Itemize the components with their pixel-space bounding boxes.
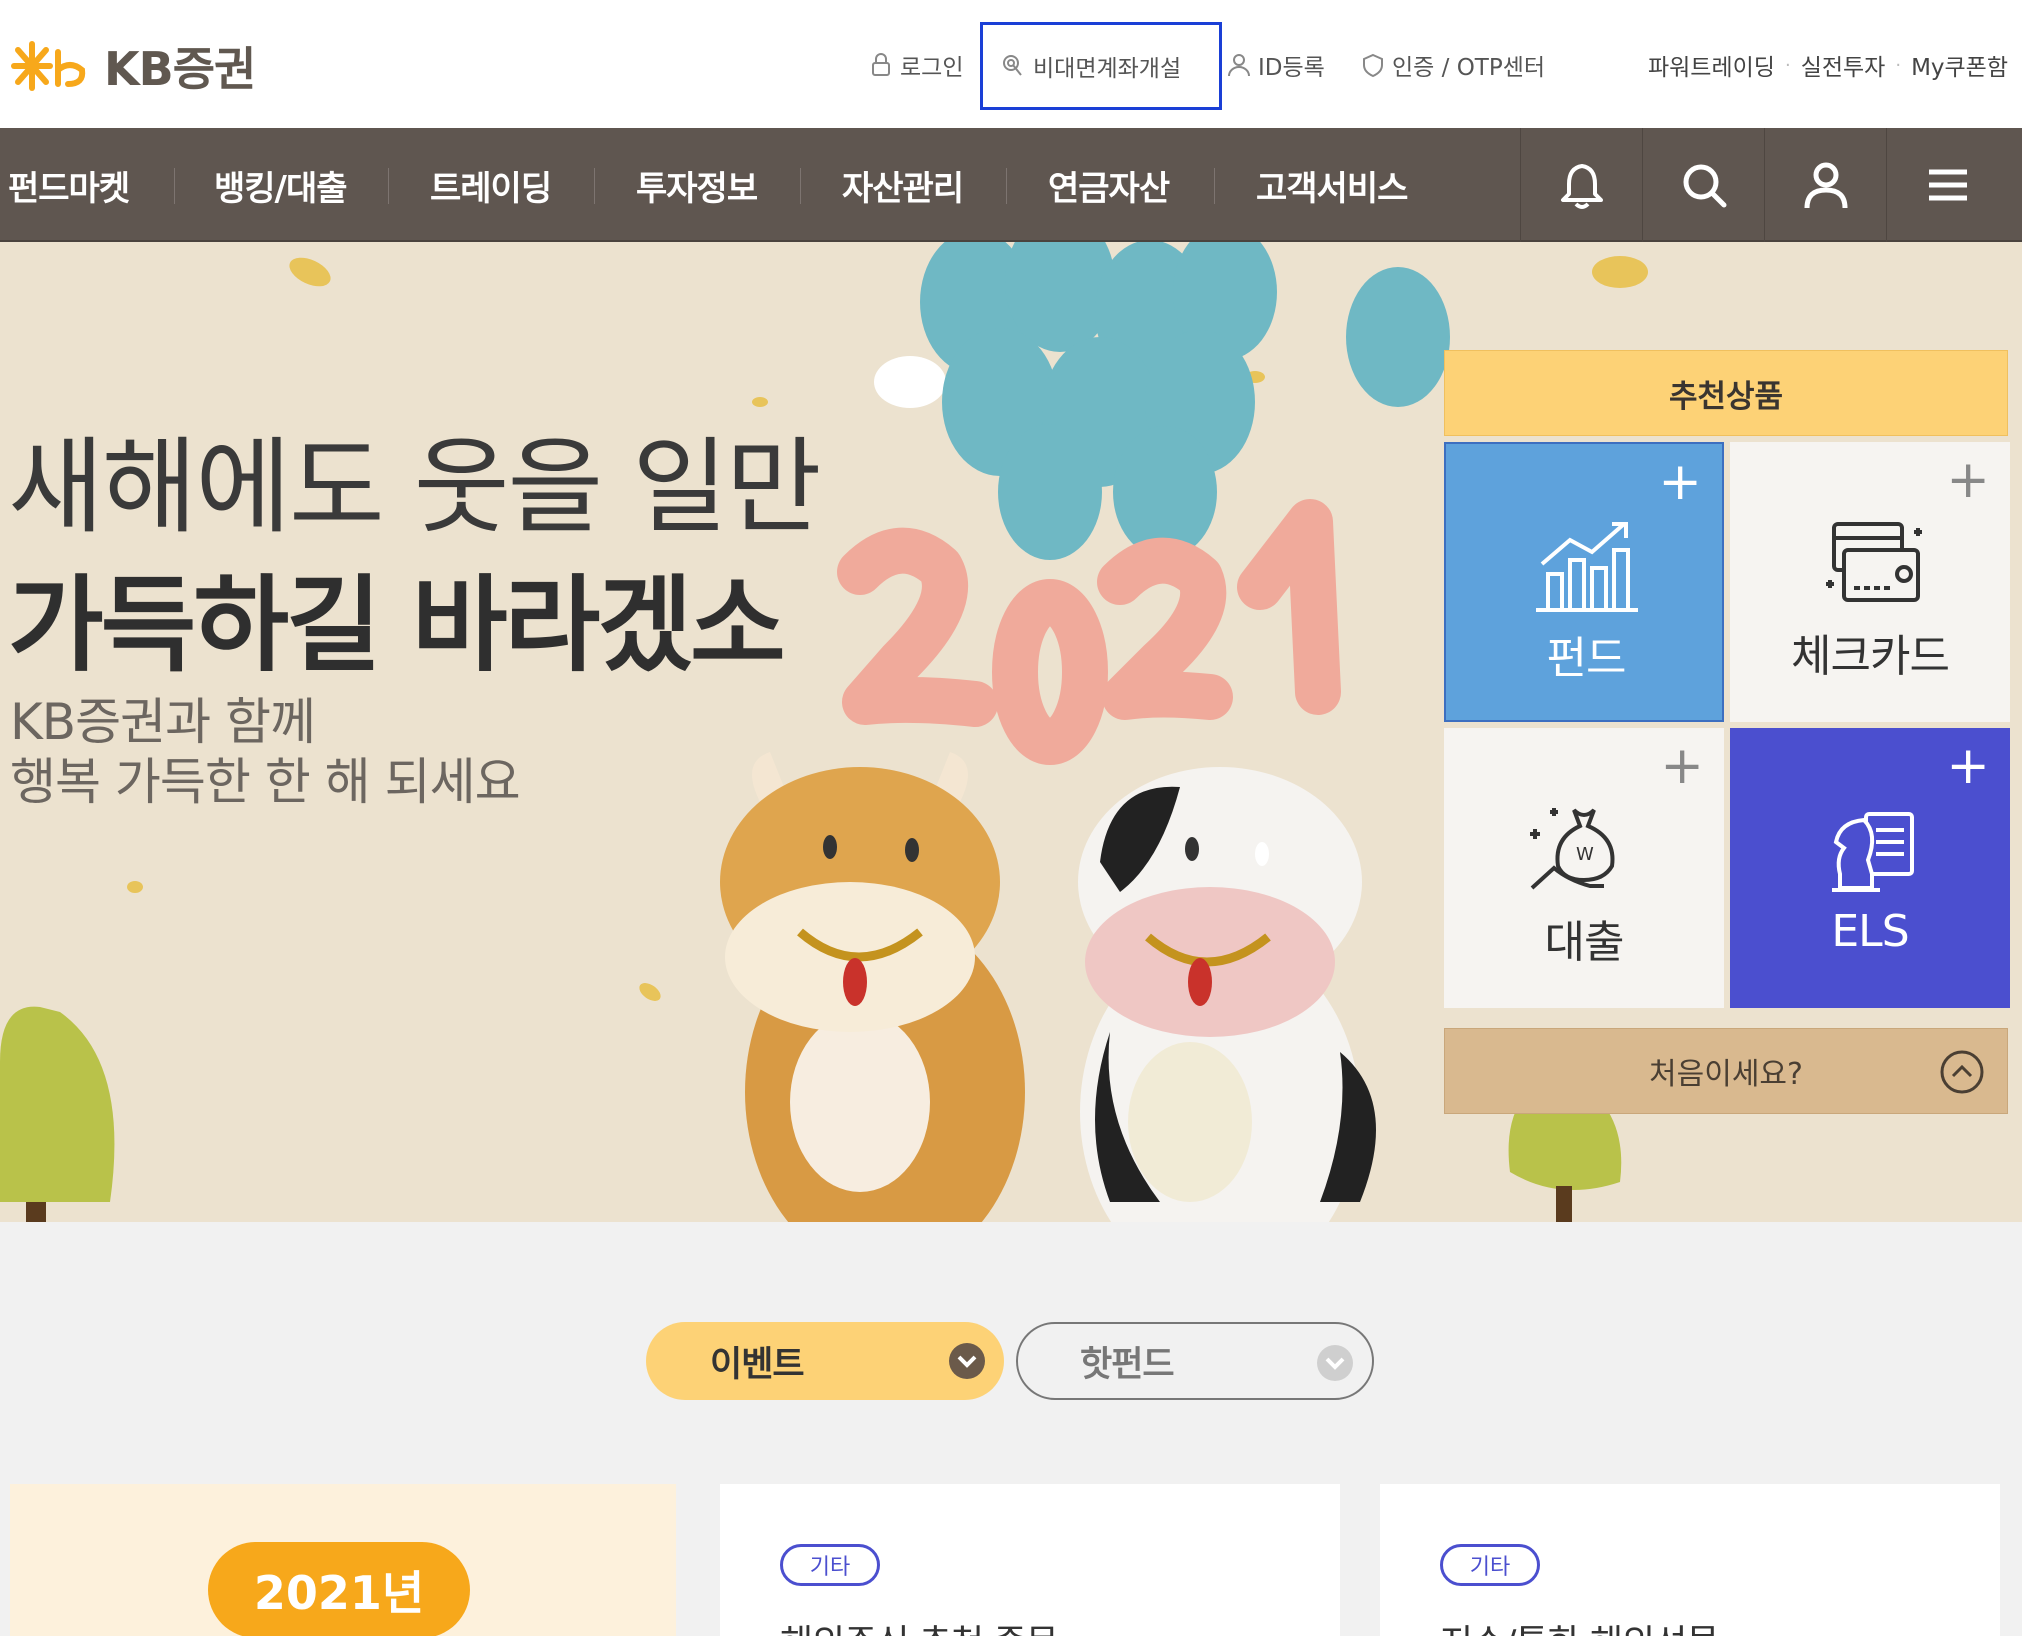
id-register-link[interactable]: ID등록	[1226, 40, 1325, 90]
tab-label: 핫펀드	[1080, 1344, 1175, 1385]
event-card[interactable]: 기타 지수/통화 해외선물	[1380, 1484, 2000, 1636]
tab-label: 이벤트	[710, 1344, 805, 1385]
open-account-label: 비대면계좌개설	[1033, 56, 1182, 82]
bell-button[interactable]	[1520, 128, 1642, 242]
nav-item-pension[interactable]: 연금자산	[1048, 128, 1170, 242]
tile-label: ELS	[1831, 906, 1909, 957]
banner-subtitle-line2: 행복 가득한 한 해 되세요	[10, 753, 521, 811]
nav-item-invest-info[interactable]: 투자정보	[636, 128, 758, 242]
event-card[interactable]: 2021년	[10, 1484, 676, 1636]
user-icon	[1804, 162, 1847, 209]
banner-headline-line2: 가득하길 바라겠소	[8, 564, 786, 686]
plus-icon: +	[1946, 736, 1990, 796]
lock-icon	[872, 53, 890, 76]
search-icon	[1683, 164, 1726, 208]
card-title: 지수/통화 해외선물	[1440, 1614, 1720, 1636]
kb-logo[interactable]: KB증권	[10, 36, 256, 96]
category-badge: 기타	[780, 1544, 880, 1586]
tab-event[interactable]: 이벤트	[646, 1322, 1004, 1400]
menu-button[interactable]	[1886, 128, 2008, 242]
nav-separator	[1006, 168, 1007, 204]
nav-item-banking[interactable]: 뱅킹/대출	[214, 128, 348, 242]
shield-icon	[1363, 53, 1383, 78]
login-link[interactable]: 로그인	[868, 40, 963, 90]
nav-item-asset-mgmt[interactable]: 자산관리	[842, 128, 964, 242]
nav-separator	[388, 168, 389, 204]
utility-header: KB증권 로그인 비대면계좌개설 ID등록 인증 / OTP센터 파워트레이딩 …	[0, 0, 2022, 128]
chess-knight-icon	[1832, 812, 1914, 892]
plus-icon: +	[1946, 450, 1990, 510]
nav-item-trading[interactable]: 트레이딩	[430, 128, 552, 242]
recommend-title: 추천상품	[1444, 350, 2008, 436]
open-account-link[interactable]: 비대면계좌개설	[980, 22, 1222, 110]
touch-icon	[1003, 55, 1022, 76]
nav-separator	[800, 168, 801, 204]
nav-item-fund-market[interactable]: 펀드마켓	[8, 128, 130, 242]
brand-name: KB증권	[104, 42, 256, 96]
tile-fund[interactable]: + 펀드	[1444, 442, 1724, 722]
tile-loan[interactable]: + W 대출	[1444, 728, 1724, 1008]
tile-label: 대출	[1544, 917, 1625, 968]
kb-star-icon	[11, 41, 86, 91]
tile-label: 펀드	[1546, 633, 1627, 684]
fund-chart-icon	[1536, 522, 1638, 612]
event-card[interactable]: 기타 해외주식 추천 종목	[720, 1484, 1340, 1636]
nav-separator	[1214, 168, 1215, 204]
category-badge: 기타	[1440, 1544, 1540, 1586]
banner-headline-line1: 새해에도 웃을 일만	[8, 426, 822, 548]
id-register-label: ID등록	[1258, 55, 1325, 81]
power-trading-link[interactable]: 파워트레이딩	[1648, 48, 1775, 82]
nav-separator	[594, 168, 595, 204]
chevron-down-icon	[1317, 1345, 1353, 1381]
main-nav: 펀드마켓 뱅킹/대출 트레이딩 투자정보 자산관리 연금자산 고객서비스	[0, 128, 2022, 242]
search-button[interactable]	[1642, 128, 1764, 242]
separator-dot: ·	[1895, 54, 1902, 76]
chevron-down-icon	[949, 1343, 985, 1379]
tile-label: 체크카드	[1791, 631, 1950, 682]
money-bag-icon: W	[1530, 808, 1615, 890]
credit-card-icon	[1826, 522, 1922, 602]
card-title: 해외주식 추천 종목	[780, 1614, 1059, 1636]
nav-item-customer-service[interactable]: 고객서비스	[1256, 128, 1408, 242]
login-label: 로그인	[900, 55, 964, 81]
tile-check-card[interactable]: + 체크카드	[1730, 442, 2010, 722]
bell-icon	[1560, 164, 1603, 209]
svg-text:W: W	[1576, 844, 1594, 865]
paper-trading-link[interactable]: 실전투자	[1801, 48, 1886, 82]
first-time-button[interactable]: 처음이세요?	[1444, 1028, 2008, 1114]
first-time-label: 처음이세요?	[1649, 1057, 1803, 1092]
cert-otp-label: 인증 / OTP센터	[1392, 55, 1546, 81]
tile-els[interactable]: + ELS	[1730, 728, 2010, 1008]
cert-otp-link[interactable]: 인증 / OTP센터	[1360, 40, 1545, 90]
page: KB증권 로그인 비대면계좌개설 ID등록 인증 / OTP센터 파워트레이딩 …	[0, 0, 2022, 1636]
utility-right-links: 파워트레이딩 · 실전투자 · My쿠폰함	[1648, 40, 2008, 90]
separator-dot: ·	[1784, 54, 1791, 76]
year-badge: 2021년	[208, 1542, 470, 1636]
menu-icon	[1928, 169, 1967, 201]
tab-hot-fund[interactable]: 핫펀드	[1016, 1322, 1374, 1400]
nav-separator	[174, 168, 175, 204]
person-icon	[1228, 54, 1250, 77]
my-coupon-link[interactable]: My쿠폰함	[1911, 48, 2008, 82]
plus-icon: +	[1660, 736, 1704, 796]
plus-icon: +	[1658, 452, 1702, 512]
chevron-up-icon	[1940, 1050, 1984, 1094]
my-page-button[interactable]	[1764, 128, 1886, 242]
